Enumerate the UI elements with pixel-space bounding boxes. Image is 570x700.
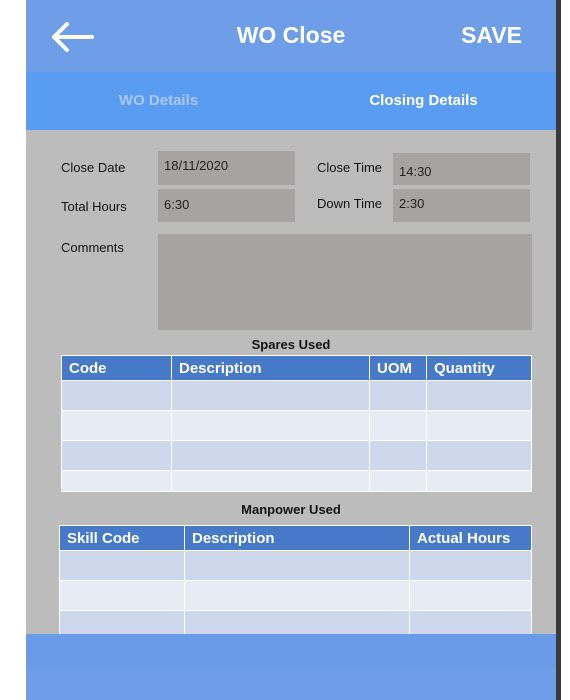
- save-button[interactable]: SAVE: [461, 22, 522, 49]
- table-row[interactable]: [61, 380, 532, 411]
- close-time-label: Close Time: [317, 160, 383, 175]
- table-cell: [61, 380, 172, 411]
- total-hours-field[interactable]: 6:30: [158, 189, 295, 222]
- column-header-uom: UOM: [369, 355, 427, 381]
- table-cell: [409, 550, 532, 581]
- tab-closing-details[interactable]: Closing Details: [291, 72, 556, 130]
- table-cell: [369, 440, 427, 471]
- table-cell: [409, 580, 532, 611]
- manpower-used-title: Manpower Used: [241, 502, 341, 517]
- table-cell: [59, 550, 185, 581]
- comments-field[interactable]: [158, 234, 532, 330]
- spares-used-title: Spares Used: [251, 337, 331, 352]
- down-time-field[interactable]: 2:30: [393, 189, 530, 222]
- spares-header-row: Code Description UOM Quantity: [61, 355, 532, 381]
- table-row[interactable]: [61, 470, 532, 492]
- table-cell: [59, 580, 185, 611]
- total-hours-label: Total Hours: [61, 199, 127, 214]
- table-cell: [171, 380, 370, 411]
- tab-wo-details[interactable]: WO Details: [26, 72, 291, 130]
- down-time-label: Down Time: [317, 196, 383, 211]
- close-date-field[interactable]: 18/11/2020: [158, 151, 295, 185]
- comments-label: Comments: [61, 240, 124, 255]
- manpower-table: Skill Code Description Actual Hours: [59, 525, 532, 641]
- close-time-field[interactable]: 14:30: [393, 153, 530, 185]
- column-header-actual-hours: Actual Hours: [409, 525, 532, 551]
- table-row[interactable]: [59, 550, 532, 581]
- tab-bar: WO Details Closing Details: [26, 72, 556, 130]
- table-cell: [184, 550, 410, 581]
- table-cell: [184, 580, 410, 611]
- table-cell: [171, 440, 370, 471]
- table-cell: [171, 410, 370, 441]
- bottom-bar: [26, 634, 556, 700]
- column-header-description: Description: [184, 525, 410, 551]
- table-cell: [426, 410, 532, 441]
- spares-table: Code Description UOM Quantity: [61, 355, 532, 492]
- table-cell: [369, 380, 427, 411]
- column-header-description: Description: [171, 355, 370, 381]
- table-cell: [61, 410, 172, 441]
- device-edge-right: [556, 0, 561, 700]
- table-cell: [369, 410, 427, 441]
- table-cell: [369, 470, 427, 492]
- table-row[interactable]: [61, 410, 532, 441]
- table-cell: [61, 440, 172, 471]
- table-row[interactable]: [59, 580, 532, 611]
- app-header: WO Close SAVE: [26, 0, 556, 72]
- column-header-quantity: Quantity: [426, 355, 532, 381]
- bottom-bar-strip: [26, 634, 556, 668]
- column-header-code: Code: [61, 355, 172, 381]
- table-cell: [171, 470, 370, 492]
- app-screen: WO Close SAVE WO Details Closing Details…: [26, 0, 556, 700]
- table-row[interactable]: [61, 440, 532, 471]
- table-cell: [426, 440, 532, 471]
- close-date-label: Close Date: [61, 160, 126, 175]
- table-cell: [426, 380, 532, 411]
- table-cell: [61, 470, 172, 492]
- table-cell: [426, 470, 532, 492]
- column-header-skill-code: Skill Code: [59, 525, 185, 551]
- manpower-header-row: Skill Code Description Actual Hours: [59, 525, 532, 551]
